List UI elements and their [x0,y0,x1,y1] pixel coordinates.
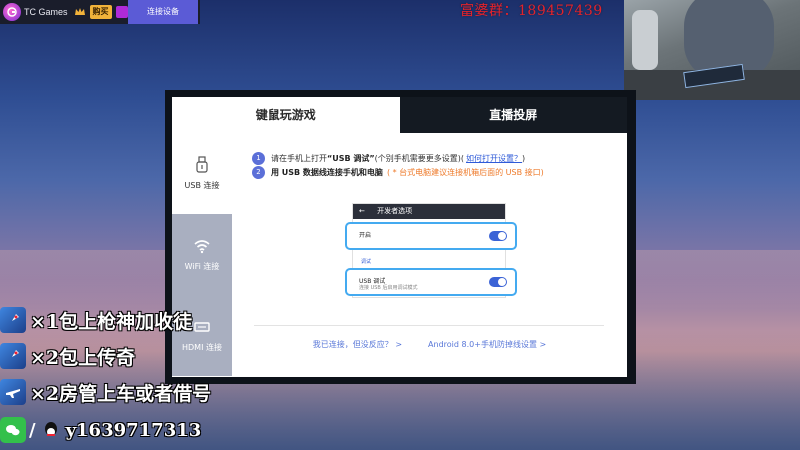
promo-line: ×2房管上车或者借号 [0,378,211,406]
promo-text: ×2房管上车或者借号 [30,382,212,405]
phone-header-title: 开发者选项 [377,207,413,215]
divider-slash: / [29,419,36,441]
step-1-suffix: (个别手机需要更多设置)( [374,154,465,163]
tab-bar: 键鼠玩游戏 直播投屏 [172,97,627,133]
connection-dialog: 键鼠玩游戏 直播投屏 USB 连接 WiFi 连接 HDMI 连接 1 请在手机… [172,97,627,377]
tab-keyboard-mouse[interactable]: 键鼠玩游戏 [172,97,400,133]
usb-debug-row: USB 调试 连接 USB 后启用调试模式 [345,268,517,296]
banner-text: 富婆群：189457439 [460,3,603,19]
plane-icon [0,379,26,405]
wechat-icon [0,417,26,443]
row-label: 开启 [359,232,372,239]
step-2: 2 用 USB 数据线连接手机和电脑 ( * 台式电脑建议连接机箱后面的 USB… [252,166,544,179]
toggle-switch [489,231,507,241]
rocket-icon [0,307,26,333]
back-arrow-icon: ← [359,207,365,215]
step-1: 1 请在手机上打开 “USB 调试” (个别手机需要更多设置)( 如何打开设置？… [252,152,525,165]
qq-number: y1639717313 [65,419,202,441]
buy-button[interactable]: 购买 [89,5,112,19]
step-1-bold: “USB 调试” [327,154,375,163]
connect-device-button[interactable]: 连接设备 [128,0,198,24]
usb-instructions: 1 请在手机上打开 “USB 调试” (个别手机需要更多设置)( 如何打开设置？… [232,133,627,377]
android8-settings-link[interactable]: Android 8.0+手机防掉线设置 > [428,339,546,350]
promo-text: ×1包上枪神加收徒 [30,310,193,333]
sidebar-item-usb[interactable]: USB 连接 [172,133,232,214]
usb-icon [196,156,208,173]
step-1-prefix: 请在手机上打开 [271,154,327,163]
menu-icon[interactable] [115,6,128,18]
step-number: 2 [252,166,265,179]
webcam-lamp [632,10,658,70]
divider [254,325,604,326]
wifi-icon [194,240,210,254]
step-1-end: ) [522,154,526,163]
section-label: 调试 [361,259,372,265]
step-number: 1 [252,152,265,165]
developer-toggle-row: 开启 [345,222,517,250]
tab-live-cast[interactable]: 直播投屏 [399,97,627,133]
sidebar-item-label: USB 连接 [184,181,220,190]
how-to-setup-link[interactable]: 如何打开设置？ [466,153,522,164]
toggle-switch [489,277,507,287]
app-logo-icon [3,3,21,21]
sidebar-item-label: WiFi 连接 [184,262,220,271]
promo-contact: / y1639717313 [0,416,201,444]
promo-line: ×2包上传奇 [0,342,135,370]
help-links: 我已连接，但没反应？ > Android 8.0+手机防掉线设置 > [232,339,627,350]
phone-mockup: ← 开发者选项 开启 调试 USB 调试 连接 USB 后启用调试模式 [345,203,517,298]
sidebar-item-wifi[interactable]: WiFi 连接 [172,214,232,295]
row-sublabel: 连接 USB 后启用调试模式 [359,285,418,291]
step-2-bold: 用 USB 数据线连接手机和电脑 [271,168,383,177]
promo-line: ×1包上枪神加收徒 [0,306,192,334]
promo-overlay: ×1包上枪神加收徒 ×2包上传奇 ×2房管上车或者借号 / y163971731… [0,300,232,450]
rocket-icon [0,343,26,369]
qq-icon [39,417,63,443]
step-2-note: ( * 台式电脑建议连接机箱后面的 USB 接口) [386,168,544,177]
crown-icon[interactable] [74,6,86,18]
app-title: TC Games [24,7,68,17]
webcam-overlay [624,0,800,100]
phone-header: ← 开发者选项 [353,204,505,219]
promo-text: ×2包上传奇 [30,346,136,369]
no-response-link[interactable]: 我已连接，但没反应？ > [313,339,402,350]
